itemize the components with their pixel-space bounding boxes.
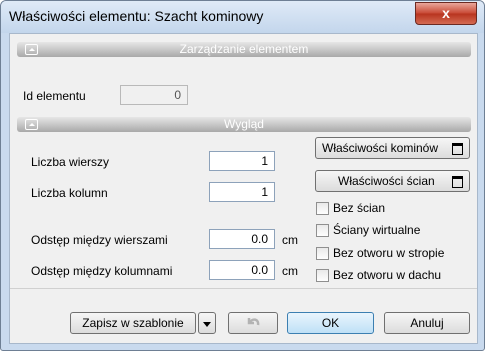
wall-properties-label: Właściwości ścian — [338, 174, 435, 188]
chimney-properties-label: Właściwości kominów — [322, 141, 439, 155]
window-icon — [452, 176, 463, 188]
ok-label: OK — [321, 316, 340, 330]
rows-input[interactable]: 1 — [209, 151, 275, 171]
chevron-down-icon — [203, 322, 211, 327]
col-gap-unit: cm — [282, 264, 298, 278]
chimney-properties-button[interactable]: Właściwości kominów — [315, 137, 470, 159]
no-walls-label: Bez ścian — [333, 201, 386, 215]
wall-properties-button[interactable]: Właściwości ścian — [315, 170, 470, 192]
window-title: Właściwości elementu: Szacht kominowy — [9, 8, 264, 24]
row-gap-label: Odstęp między wierszami — [31, 233, 168, 247]
element-id-label: Id elementu — [23, 89, 86, 103]
no-ceiling-opening-checkbox[interactable] — [316, 247, 329, 260]
virtual-walls-label: Ściany wirtualne — [333, 223, 421, 237]
no-roof-opening-checkbox[interactable] — [316, 269, 329, 282]
row-gap-input[interactable]: 0.0 — [209, 229, 275, 249]
title-bar[interactable]: Właściwości elementu: Szacht kominowy x — [1, 1, 484, 33]
save-template-label: Zapisz w szablonie — [82, 316, 184, 330]
section-header-appearance[interactable]: Wygląd — [17, 117, 471, 132]
section-header-management[interactable]: Zarządzanie elementem — [17, 42, 471, 57]
row-gap-unit: cm — [282, 233, 298, 247]
section-label-management: Zarządzanie elementem — [179, 42, 309, 56]
dialog-body: Zarządzanie elementem Id elementu 0 Wygl… — [9, 33, 478, 344]
cancel-label: Anuluj — [410, 316, 444, 330]
col-gap-input[interactable]: 0.0 — [209, 260, 275, 280]
cols-label: Liczba kolumn — [31, 186, 108, 200]
window-icon — [452, 143, 463, 155]
ok-button[interactable]: OK — [287, 312, 374, 334]
no-roof-opening-label: Bez otworu w dachu — [333, 268, 442, 282]
section-label-appearance: Wygląd — [224, 117, 264, 131]
undo-icon — [247, 318, 260, 326]
element-id-field: 0 — [120, 85, 188, 105]
footer-divider — [10, 288, 477, 289]
close-icon: x — [442, 5, 450, 21]
virtual-walls-checkbox[interactable] — [316, 224, 329, 237]
cols-input[interactable]: 1 — [209, 182, 275, 202]
col-gap-label: Odstęp między kolumnami — [31, 264, 173, 278]
undo-button[interactable] — [228, 312, 278, 334]
save-template-dropdown[interactable] — [198, 312, 216, 334]
close-button[interactable]: x — [415, 2, 477, 25]
save-template-button[interactable]: Zapisz w szablonie — [70, 312, 196, 334]
no-ceiling-opening-label: Bez otworu w stropie — [333, 246, 445, 260]
cancel-button[interactable]: Anuluj — [384, 312, 470, 334]
rows-label: Liczba wierszy — [31, 155, 110, 169]
no-walls-checkbox[interactable] — [316, 202, 329, 215]
dialog-window: Właściwości elementu: Szacht kominowy x … — [0, 0, 485, 351]
